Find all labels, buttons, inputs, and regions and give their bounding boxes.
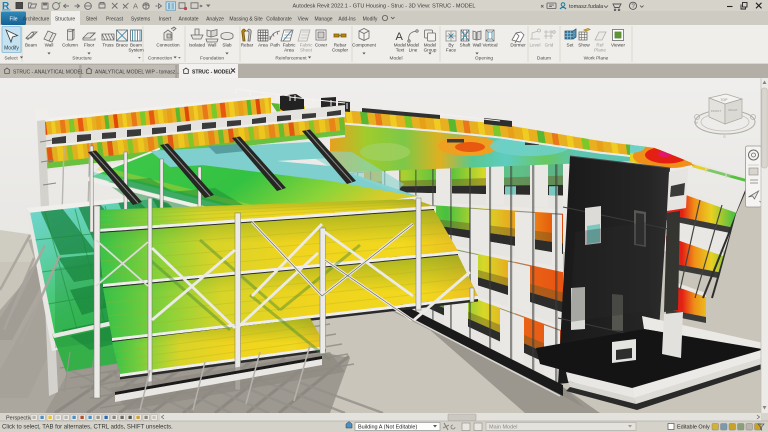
svg-text:File: File bbox=[9, 17, 17, 23]
svg-text:Architecture: Architecture bbox=[23, 17, 50, 23]
svg-text:Connection: Connection bbox=[148, 56, 173, 62]
svg-text:Structure: Structure bbox=[55, 17, 76, 23]
svg-text:Shaft: Shaft bbox=[460, 43, 471, 48]
svg-text:Select: Select bbox=[4, 56, 18, 62]
svg-text:Show: Show bbox=[578, 43, 590, 48]
svg-text:Insert: Insert bbox=[159, 17, 172, 23]
svg-text:A: A bbox=[396, 31, 404, 43]
svg-text:Path: Path bbox=[270, 43, 280, 48]
svg-text:Slab: Slab bbox=[222, 43, 232, 48]
svg-text:Line: Line bbox=[409, 48, 418, 53]
svg-text:Datum: Datum bbox=[537, 56, 551, 62]
svg-text:Collaborate: Collaborate bbox=[266, 17, 292, 23]
svg-text:Component: Component bbox=[352, 43, 376, 48]
svg-text:Work Plane: Work Plane bbox=[584, 56, 609, 62]
svg-text:tomasz.fudala: tomasz.fudala bbox=[569, 4, 604, 10]
svg-text:Column: Column bbox=[62, 43, 78, 48]
svg-text:Click to select, TAB for alter: Click to select, TAB for alternates, CTR… bbox=[2, 424, 173, 430]
svg-text:Reinforcement: Reinforcement bbox=[275, 56, 307, 62]
svg-text:Modify: Modify bbox=[4, 46, 19, 52]
svg-text:Coupler: Coupler bbox=[332, 48, 349, 53]
svg-text:Annotate: Annotate bbox=[178, 17, 198, 23]
svg-text:Steel: Steel bbox=[86, 17, 97, 23]
svg-text:Level: Level bbox=[530, 43, 541, 48]
svg-text:Plane: Plane bbox=[594, 48, 606, 53]
svg-text:Truss: Truss bbox=[102, 43, 114, 48]
svg-text:Sheet: Sheet bbox=[300, 48, 313, 53]
svg-text:Brace: Brace bbox=[116, 43, 128, 48]
svg-text:Massing & Site: Massing & Site bbox=[229, 17, 263, 23]
svg-text:Precast: Precast bbox=[106, 17, 124, 23]
svg-text:Opening: Opening bbox=[475, 56, 493, 62]
svg-text:Face: Face bbox=[446, 48, 457, 53]
svg-text:FRONT: FRONT bbox=[711, 109, 721, 113]
svg-text:Wall: Wall bbox=[473, 43, 482, 48]
svg-text:W: W bbox=[694, 120, 698, 125]
svg-text:Text: Text bbox=[396, 48, 405, 53]
svg-text:STRUC - MODEL: STRUC - MODEL bbox=[192, 70, 232, 76]
svg-text:S: S bbox=[723, 134, 726, 139]
svg-text:Group: Group bbox=[424, 48, 437, 53]
svg-text:Connection: Connection bbox=[156, 43, 180, 48]
svg-text:Dormer: Dormer bbox=[510, 43, 526, 48]
svg-text:Viewer: Viewer bbox=[611, 43, 625, 48]
svg-text:Grid: Grid bbox=[545, 43, 554, 48]
svg-text:Model: Model bbox=[389, 56, 402, 62]
svg-text:RIGHT: RIGHT bbox=[728, 108, 738, 112]
svg-text:Isolated: Isolated bbox=[189, 43, 206, 48]
svg-text:Analyze: Analyze bbox=[206, 17, 224, 23]
svg-text:Foundation: Foundation bbox=[200, 56, 224, 62]
svg-text:Area: Area bbox=[284, 48, 294, 53]
svg-text:Structure: Structure bbox=[72, 56, 92, 62]
svg-text:Floor: Floor bbox=[84, 43, 95, 48]
svg-text:TOP: TOP bbox=[720, 98, 728, 102]
svg-text:Building A (Not Editable): Building A (Not Editable) bbox=[358, 425, 417, 431]
svg-text:Vertical: Vertical bbox=[482, 43, 497, 48]
svg-text:Cover: Cover bbox=[315, 43, 328, 48]
svg-text:Autodesk Revit 2022.1 - GTU Ho: Autodesk Revit 2022.1 - GTU Housing - St… bbox=[293, 4, 476, 10]
svg-text:Systems: Systems bbox=[131, 17, 151, 23]
svg-text:Add-Ins: Add-Ins bbox=[338, 17, 356, 23]
svg-text:Manage: Manage bbox=[314, 17, 332, 23]
svg-text:Main Model: Main Model bbox=[489, 425, 517, 431]
svg-text:STRUC - ANALYTICAL MODEL: STRUC - ANALYTICAL MODEL bbox=[13, 70, 84, 76]
svg-text:Modify: Modify bbox=[363, 17, 378, 23]
svg-text:Beam: Beam bbox=[25, 43, 37, 48]
svg-text:Rebar: Rebar bbox=[241, 43, 254, 48]
svg-text:Set: Set bbox=[567, 43, 575, 48]
svg-text:ANALYTICAL MODEL WIP - tomasz.: ANALYTICAL MODEL WIP - tomasz... bbox=[95, 70, 179, 76]
svg-text:Area: Area bbox=[258, 43, 268, 48]
svg-text:View: View bbox=[298, 17, 309, 23]
svg-text:Wall: Wall bbox=[208, 43, 217, 48]
svg-text:System: System bbox=[128, 48, 143, 53]
svg-text:A: A bbox=[133, 2, 138, 11]
svg-text:Wall: Wall bbox=[45, 43, 54, 48]
svg-text:Editable Only: Editable Only bbox=[677, 425, 710, 431]
